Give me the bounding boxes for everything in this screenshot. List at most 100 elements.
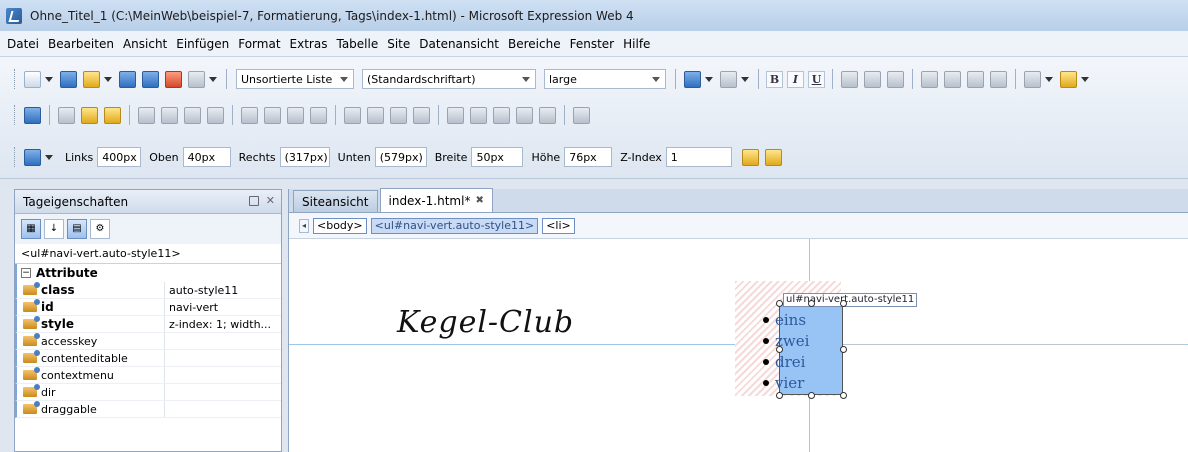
menu-bearbeiten[interactable]: Bearbeiten (47, 35, 115, 53)
menu-ansicht[interactable]: Ansicht (122, 35, 168, 53)
open-dropdown-arrow-icon[interactable] (104, 76, 112, 82)
highlight-hotspots-icon[interactable] (539, 106, 556, 124)
resize-handle-top[interactable] (808, 300, 815, 307)
borders-dropdown-arrow-icon[interactable] (1045, 76, 1053, 82)
rechts-input[interactable]: (317px) (279, 147, 330, 167)
toolbar-grip[interactable] (14, 105, 17, 125)
style-combo[interactable]: Unsortierte Liste (236, 69, 354, 89)
preview-dropdown-arrow-icon[interactable] (209, 76, 217, 82)
italic-button[interactable]: I (787, 70, 804, 88)
rectangle-hotspot-icon[interactable] (470, 106, 487, 124)
kegel-club-logo[interactable]: Kegel-Club (397, 305, 574, 340)
font-size-combo[interactable]: large (544, 69, 666, 89)
polygon-hotspot-icon[interactable] (516, 106, 533, 124)
preview-browser-icon[interactable] (188, 70, 205, 88)
resize-handle-bottom[interactable] (808, 392, 815, 399)
redo-dropdown-arrow-icon[interactable] (741, 76, 749, 82)
menu-site[interactable]: Site (386, 35, 411, 53)
show-set-properties-icon[interactable]: ▤ (67, 219, 87, 239)
bulleted-list-icon[interactable] (944, 70, 961, 88)
tab-index-1[interactable]: index-1.html* ✖ (379, 188, 493, 212)
property-row-id[interactable]: id navi-vert (15, 299, 281, 316)
property-row-style[interactable]: style z-index: 1; width... (15, 316, 281, 333)
resize-handle-right[interactable] (840, 346, 847, 353)
property-value[interactable]: navi-vert (165, 301, 280, 314)
resize-handle-top-right[interactable] (840, 300, 847, 307)
close-icon[interactable]: ✖ (475, 195, 483, 206)
menu-datei[interactable]: Datei (6, 35, 40, 53)
pointer-icon[interactable] (447, 106, 464, 124)
menu-tabelle[interactable]: Tabelle (335, 35, 379, 53)
rotate-icon[interactable] (264, 106, 281, 124)
list-item[interactable]: eins (763, 309, 809, 330)
menu-bereiche[interactable]: Bereiche (507, 35, 562, 53)
toolbar-grip[interactable] (14, 69, 17, 89)
menu-extras[interactable]: Extras (289, 35, 329, 53)
property-value[interactable]: z-index: 1; width... (165, 318, 280, 331)
contrast-icon[interactable] (138, 106, 155, 124)
design-canvas[interactable]: Kegel-Club ul#navi-vert.auto-style11 ein… (289, 239, 1188, 452)
rotate-right-icon[interactable] (287, 106, 304, 124)
sort-alpha-icon[interactable]: ↓ (44, 219, 64, 239)
crumb-li[interactable]: <li> (542, 217, 575, 234)
tab-siteansicht[interactable]: Siteansicht (293, 190, 378, 212)
oben-input[interactable]: 40px (182, 147, 231, 167)
save-icon[interactable] (119, 70, 136, 88)
chevron-left-icon[interactable]: ◂ (299, 218, 309, 233)
line-icon[interactable] (207, 106, 224, 124)
undo-dropdown-arrow-icon[interactable] (705, 76, 713, 82)
resize-handle-bottom-left[interactable] (776, 392, 783, 399)
increase-indent-icon[interactable] (990, 70, 1007, 88)
picture-tool-icon[interactable] (58, 106, 75, 124)
layer-icon[interactable] (24, 106, 41, 124)
bring-to-front-icon[interactable] (741, 148, 759, 166)
list-item[interactable]: vier (763, 372, 809, 393)
new-document-icon[interactable] (24, 70, 41, 88)
image-icon[interactable] (390, 106, 407, 124)
property-row-dir[interactable]: dir (15, 384, 281, 401)
crop-icon[interactable] (184, 106, 201, 124)
links-input[interactable]: 400px (97, 147, 142, 167)
send-to-back-icon[interactable] (764, 148, 782, 166)
property-value[interactable]: auto-style11 (165, 284, 280, 297)
menu-hilfe[interactable]: Hilfe (622, 35, 651, 53)
resize-handle-bottom-right[interactable] (840, 392, 847, 399)
pencil-icon[interactable] (367, 106, 384, 124)
menu-format[interactable]: Format (237, 35, 281, 53)
send-backward-icon[interactable] (104, 106, 121, 124)
menu-fenster[interactable]: Fenster (569, 35, 616, 53)
attribute-section[interactable]: − Attribute (15, 264, 281, 282)
position-absolutely-icon[interactable] (24, 148, 41, 166)
collapse-icon[interactable]: − (21, 268, 31, 278)
align-right-icon[interactable] (887, 70, 904, 88)
flip-icon[interactable] (241, 106, 258, 124)
decrease-indent-icon[interactable] (967, 70, 984, 88)
align-center-icon[interactable] (864, 70, 881, 88)
pin-icon[interactable] (249, 196, 259, 206)
categorized-view-icon[interactable]: ▦ (21, 219, 41, 239)
position-dropdown-arrow-icon[interactable] (45, 154, 53, 160)
list-item[interactable]: zwei (763, 330, 809, 351)
breite-input[interactable]: 50px (471, 147, 524, 167)
menu-einfuegen[interactable]: Einfügen (175, 35, 230, 53)
tag-properties-icon[interactable]: ⚙ (90, 219, 110, 239)
property-row-contenteditable[interactable]: contenteditable (15, 350, 281, 367)
open-folder-icon[interactable] (83, 70, 100, 88)
property-row-accesskey[interactable]: accesskey (15, 333, 281, 350)
highlight-icon[interactable] (1060, 70, 1077, 88)
close-icon[interactable]: ✕ (266, 194, 275, 207)
resample-icon[interactable] (310, 106, 327, 124)
circle-hotspot-icon[interactable] (493, 106, 510, 124)
redo-icon[interactable] (720, 70, 737, 88)
numbered-list-icon[interactable] (921, 70, 938, 88)
list-item[interactable]: drei (763, 351, 809, 372)
property-row-class[interactable]: class auto-style11 (15, 282, 281, 299)
underline-button[interactable]: U (808, 70, 825, 88)
hoehe-input[interactable]: 76px (564, 147, 613, 167)
borders-icon[interactable] (1024, 70, 1041, 88)
undo-icon[interactable] (684, 70, 701, 88)
property-row-contextmenu[interactable]: contextmenu (15, 367, 281, 384)
bring-forward-icon[interactable] (81, 106, 98, 124)
unten-input[interactable]: (579px) (374, 147, 427, 167)
crop-frame-icon[interactable] (413, 106, 430, 124)
